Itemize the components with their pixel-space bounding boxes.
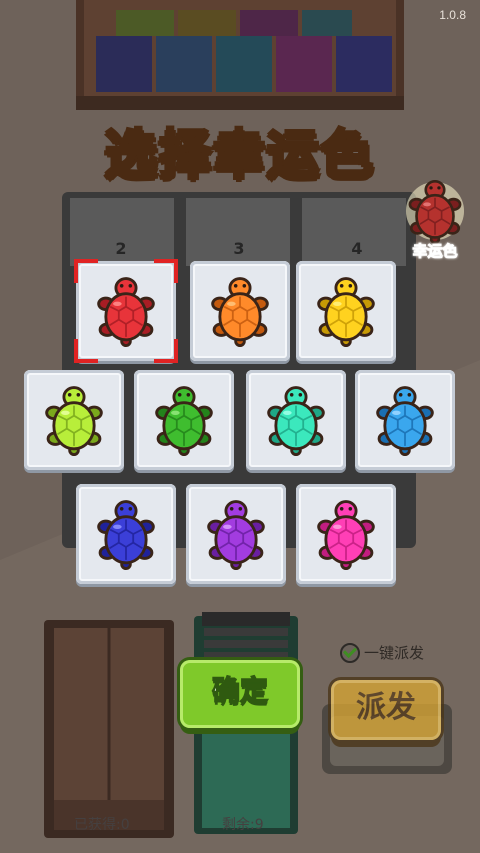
color-tile-teal[interactable] <box>246 370 346 470</box>
selection-corner <box>154 339 178 363</box>
dispatch-button[interactable]: 派发 <box>331 680 441 740</box>
color-tile-yellow[interactable] <box>296 261 396 361</box>
color-tile-red[interactable] <box>74 259 178 363</box>
turtle-icon <box>317 277 375 347</box>
lucky-color-label: 幸运色 <box>412 242 458 261</box>
selection-corner <box>74 259 98 283</box>
slot-number-2: 2 <box>115 239 127 258</box>
color-tile-purple[interactable] <box>186 484 286 584</box>
one-key-dispatch-toggle[interactable]: 一键派发 <box>340 642 424 664</box>
color-tile-pink[interactable] <box>296 484 396 584</box>
turtle-icon <box>45 386 103 456</box>
color-tile-sky-blue[interactable] <box>355 370 455 470</box>
slot-number-3: 3 <box>233 239 245 258</box>
turtle-icon <box>211 277 269 347</box>
color-tile-green[interactable] <box>134 370 234 470</box>
check-icon[interactable] <box>340 643 360 663</box>
turtle-icon <box>207 500 265 570</box>
turtle-icon <box>317 500 375 570</box>
selection-corner <box>74 339 98 363</box>
selection-corner <box>154 259 178 283</box>
obtained-count: 已获得:0 <box>74 817 130 833</box>
version-label: 1.0.8 <box>439 8 466 22</box>
turtle-icon <box>97 500 155 570</box>
lucky-turtle-icon <box>405 179 465 244</box>
one-key-dispatch-label: 一键派发 <box>364 644 425 662</box>
confirm-button[interactable]: 确定 <box>180 660 300 728</box>
color-tile-orange[interactable] <box>190 261 290 361</box>
color-tile-blue[interactable] <box>76 484 176 584</box>
turtle-icon <box>155 386 213 456</box>
lucky-color-badge: 幸运色 <box>400 178 470 268</box>
turtle-icon <box>97 277 155 347</box>
turtle-icon <box>376 386 434 456</box>
slot-number-4: 4 <box>351 239 363 258</box>
turtle-icon <box>267 386 325 456</box>
remaining-count: 剩余:9 <box>222 817 264 833</box>
color-tile-lime[interactable] <box>24 370 124 470</box>
page-title: 选择幸运色 <box>103 124 375 187</box>
